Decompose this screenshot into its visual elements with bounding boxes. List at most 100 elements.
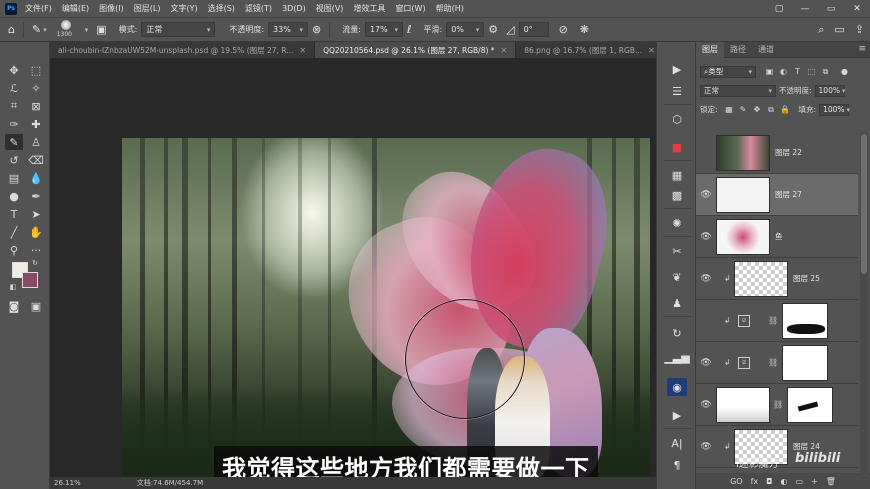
line-tool-icon[interactable]: ╱ xyxy=(5,224,23,240)
workspace-icon[interactable]: ▭ xyxy=(834,23,844,36)
mode-select[interactable]: 正常 ▾ xyxy=(141,22,216,37)
3d-panel-icon[interactable]: ⬡ xyxy=(667,110,687,128)
menu-help[interactable]: 帮助(H) xyxy=(436,3,464,14)
type-tool-icon[interactable]: T xyxy=(5,206,23,222)
filter-type-icon[interactable]: T xyxy=(792,66,803,77)
brush-tool-icon[interactable]: ✎ xyxy=(5,134,23,150)
pressure-size-icon[interactable]: ⊘ xyxy=(559,23,568,36)
layers-scrollbar[interactable] xyxy=(860,132,868,473)
close-icon[interactable]: ✕ xyxy=(501,46,508,55)
frame-tool-icon[interactable]: ⊠ xyxy=(27,98,45,114)
lasso-tool-icon[interactable]: ℒ xyxy=(5,80,23,96)
eye-icon[interactable]: 👁 xyxy=(696,274,716,284)
swatches-panel-icon[interactable]: ▩ xyxy=(667,186,687,204)
eye-icon[interactable]: 👁 xyxy=(696,400,716,410)
brush-tool-icon[interactable]: ✎ ▾ xyxy=(32,23,47,36)
layer-row[interactable]: 👁 ↲ 图层 25 xyxy=(696,258,858,300)
menu-select[interactable]: 选择(S) xyxy=(208,3,235,14)
maximize-button[interactable]: ▭ xyxy=(818,0,844,17)
group-folder-icon[interactable]: ▭ xyxy=(795,477,803,486)
link-layers-icon[interactable]: GO xyxy=(730,477,743,486)
crop-tool-icon[interactable]: ⌗ xyxy=(5,98,23,114)
tool-presets-icon[interactable]: ✂ xyxy=(667,242,687,260)
filter-adjustment-icon[interactable]: ◐ xyxy=(778,66,789,77)
background-color-swatch[interactable] xyxy=(22,272,38,288)
flow-input[interactable]: 17% ▾ xyxy=(364,22,403,37)
airbrush-icon[interactable]: ℓ xyxy=(407,23,412,36)
menu-type[interactable]: 文字(Y) xyxy=(170,3,197,14)
menu-plugins[interactable]: 增效工具 xyxy=(353,3,385,14)
hand-tool-icon[interactable]: ✋ xyxy=(27,224,45,240)
clone-stamp-tool-icon[interactable]: ♙ xyxy=(27,134,45,150)
chevron-down-icon[interactable]: ▾ xyxy=(85,26,89,34)
filter-smart-object-icon[interactable]: ⧉ xyxy=(820,66,831,77)
quick-mask-icon[interactable]: ◙ xyxy=(5,298,23,314)
scrollbar-thumb[interactable] xyxy=(861,134,867,274)
history-brush-tool-icon[interactable]: ↺ xyxy=(5,152,23,168)
fx-icon[interactable]: fx xyxy=(751,477,759,486)
actions-panel-icon[interactable]: ▶ xyxy=(667,406,687,424)
gradient-tool-icon[interactable]: ▤ xyxy=(5,170,23,186)
add-mask-icon[interactable]: ◘ xyxy=(766,477,772,486)
history-panel-icon[interactable]: ▶ xyxy=(667,60,687,78)
histogram-icon[interactable]: ▁▃▅ xyxy=(664,348,689,366)
lock-transparency-icon[interactable]: ▦ xyxy=(724,104,735,115)
blend-mode-select[interactable]: 正常 ▾ xyxy=(700,84,776,97)
blur-tool-icon[interactable]: 💧 xyxy=(27,170,45,186)
marquee-tool-icon[interactable]: ⬚ xyxy=(27,62,45,78)
share-icon[interactable]: ⇪ xyxy=(855,23,864,36)
menu-file[interactable]: 文件(F) xyxy=(25,3,52,14)
tab-channels[interactable]: 通道 xyxy=(752,42,780,58)
default-colors-icon[interactable]: ◧ xyxy=(8,282,18,292)
eyedropper-tool-icon[interactable]: ✑ xyxy=(5,116,23,132)
canvas-area[interactable] xyxy=(50,58,656,477)
healing-brush-tool-icon[interactable]: ✚ xyxy=(27,116,45,132)
layer-row[interactable]: ↲ ⧄ ⛓ xyxy=(696,300,858,342)
layer-opacity-input[interactable]: 100% ▾ xyxy=(814,84,846,97)
character-panel-icon[interactable]: A| xyxy=(667,434,687,452)
eye-icon[interactable]: 👁 xyxy=(696,190,716,200)
layer-row[interactable]: 👁 ⛓ xyxy=(696,384,858,426)
layer-row[interactable]: 👁 鱼 xyxy=(696,216,858,258)
angle-input[interactable]: 0° xyxy=(518,22,549,37)
opacity-input[interactable]: 33% ▾ xyxy=(268,22,309,37)
symmetry-icon[interactable]: ❋ xyxy=(580,23,589,36)
brush-settings-panel-icon[interactable]: ❦ xyxy=(667,268,687,286)
close-icon[interactable]: ✕ xyxy=(648,46,655,55)
adjustments-panel-icon[interactable]: ☰ xyxy=(667,82,687,100)
magic-wand-tool-icon[interactable]: ✧ xyxy=(27,80,45,96)
menu-edit[interactable]: 编辑(E) xyxy=(62,3,89,14)
brushes-panel-icon[interactable]: ✺ xyxy=(667,214,687,232)
zoom-level[interactable]: 26.11% xyxy=(54,479,81,487)
eye-icon[interactable]: 👁 xyxy=(696,442,716,452)
fill-input[interactable]: 100% ▾ xyxy=(819,103,850,116)
eye-icon[interactable]: 👁 xyxy=(696,232,716,242)
close-button[interactable]: ✕ xyxy=(844,0,870,17)
tab-document-active[interactable]: QQ20210564.psd @ 26.1% (图层 27, RGB/8) * ✕ xyxy=(315,42,517,58)
lock-position-icon[interactable]: ✥ xyxy=(752,104,763,115)
layer-mask-thumbnail[interactable] xyxy=(787,386,834,423)
adjustment-layer-icon[interactable]: ◐ xyxy=(780,477,787,486)
filter-toggle-icon[interactable]: ● xyxy=(839,66,850,77)
clone-source-icon[interactable]: ♟ xyxy=(667,294,687,312)
move-tool-icon[interactable]: ✥ xyxy=(5,62,23,78)
new-layer-icon[interactable]: + xyxy=(811,477,818,486)
layer-mask-thumbnail[interactable] xyxy=(782,344,829,381)
search-icon[interactable]: ⌕ xyxy=(818,23,824,37)
menu-window[interactable]: 窗口(W) xyxy=(395,3,425,14)
layer-row-selected[interactable]: 👁 图层 27 xyxy=(696,174,858,216)
smoothing-input[interactable]: 0% ▾ xyxy=(446,22,485,37)
close-icon[interactable]: ✕ xyxy=(299,46,306,55)
lock-artboard-icon[interactable]: ⧉ xyxy=(766,104,777,115)
layer-row[interactable]: 图层 22 xyxy=(696,132,858,174)
path-selection-tool-icon[interactable]: ➤ xyxy=(27,206,45,222)
menu-layer[interactable]: 图层(L) xyxy=(134,3,161,14)
minimize-button[interactable]: — xyxy=(792,0,818,17)
menu-view[interactable]: 视图(V) xyxy=(316,3,344,14)
gear-icon[interactable]: ⚙ xyxy=(488,23,498,36)
lock-pixels-icon[interactable]: ✎ xyxy=(738,104,749,115)
layer-mask-thumbnail[interactable] xyxy=(782,302,829,339)
zoom-tool-icon[interactable]: ⚲ xyxy=(5,242,23,258)
swap-colors-icon[interactable]: ↻ xyxy=(30,258,40,268)
tab-document[interactable]: ali-choubin-lZnbzaUW52M-unsplash.psd @ 1… xyxy=(50,42,316,58)
